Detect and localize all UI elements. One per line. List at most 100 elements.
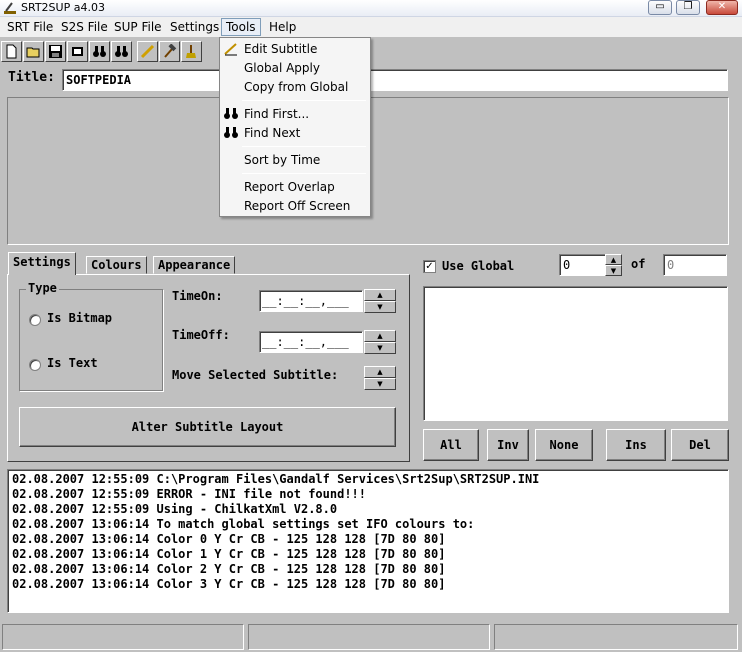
apply-button[interactable] bbox=[159, 41, 180, 62]
spin-down-icon[interactable]: ▼ bbox=[364, 342, 396, 354]
new-file-icon bbox=[6, 44, 17, 59]
spin-down-icon[interactable]: ▼ bbox=[605, 265, 622, 276]
is-bitmap-label: Is Bitmap bbox=[47, 311, 113, 325]
menu-item-label: Report Overlap bbox=[244, 180, 335, 194]
pencil-icon bbox=[140, 44, 155, 59]
menu-s2s-file[interactable]: S2S File bbox=[57, 18, 112, 36]
time-on-spinner[interactable]: ▲ ▼ bbox=[364, 289, 396, 313]
edit-button[interactable] bbox=[137, 41, 158, 62]
menu-item-report-overlap[interactable]: Report Overlap bbox=[220, 178, 370, 196]
select-all-button[interactable]: All bbox=[423, 429, 479, 461]
binoculars-icon bbox=[93, 46, 106, 57]
app-icon bbox=[4, 2, 16, 14]
open-folder-icon bbox=[26, 47, 40, 58]
minimize-button[interactable]: ▭ bbox=[648, 0, 672, 15]
menu-srt-file[interactable]: SRT File bbox=[3, 18, 57, 36]
find-next-button[interactable] bbox=[111, 41, 132, 62]
menu-bar: SRT File S2S File SUP File Settings Tool… bbox=[0, 17, 742, 37]
close-button[interactable]: ✕ bbox=[706, 0, 738, 15]
status-panel-2 bbox=[248, 624, 490, 650]
log-line: 02.08.2007 12:55:09 C:\Program Files\Gan… bbox=[12, 472, 540, 486]
menu-separator bbox=[242, 173, 366, 174]
menu-item-label: Find First... bbox=[244, 107, 310, 121]
spin-up-icon[interactable]: ▲ bbox=[605, 254, 622, 265]
status-bar bbox=[0, 622, 742, 652]
time-off-label: TimeOff: bbox=[172, 328, 230, 342]
is-text-radio[interactable] bbox=[29, 359, 41, 371]
invert-selection-button[interactable]: Inv bbox=[487, 429, 529, 461]
clean-button[interactable] bbox=[181, 41, 202, 62]
menu-item-report-off-screen[interactable]: Report Off Screen bbox=[220, 197, 370, 215]
spin-up-icon[interactable]: ▲ bbox=[364, 289, 396, 301]
time-off-spinner[interactable]: ▲ ▼ bbox=[364, 330, 396, 354]
log-line: 02.08.2007 13:06:14 To match global sett… bbox=[12, 517, 475, 531]
pencil-icon bbox=[224, 43, 237, 56]
menu-sup-file[interactable]: SUP File bbox=[110, 18, 166, 36]
open-button[interactable] bbox=[23, 41, 44, 62]
use-global-label: Use Global bbox=[442, 259, 515, 273]
save-button[interactable] bbox=[45, 41, 66, 62]
binoculars-icon bbox=[224, 127, 238, 138]
log-line: 02.08.2007 13:06:14 Color 0 Y Cr CB - 12… bbox=[12, 532, 446, 546]
is-text-label: Is Text bbox=[47, 356, 98, 370]
spin-up-icon[interactable]: ▲ bbox=[364, 330, 396, 342]
global-total-input: 0 bbox=[663, 254, 727, 276]
menu-item-global-apply[interactable]: Global Apply bbox=[220, 59, 370, 77]
log-line: 02.08.2007 12:55:09 ERROR - INI file not… bbox=[12, 487, 367, 501]
title-input[interactable]: SOFTPEDIA bbox=[62, 69, 728, 91]
is-bitmap-radio[interactable] bbox=[29, 314, 41, 326]
menu-item-edit-subtitle[interactable]: Edit Subtitle bbox=[220, 40, 370, 58]
global-index-input[interactable]: 0 bbox=[559, 254, 609, 276]
binoculars-icon bbox=[115, 46, 128, 57]
time-on-input[interactable]: __:__:__,___ bbox=[259, 290, 363, 312]
menu-item-find-first[interactable]: Find First... bbox=[220, 105, 370, 123]
move-subtitle-spinner[interactable]: ▲ ▼ bbox=[364, 366, 396, 390]
log-line: 02.08.2007 13:06:14 Color 2 Y Cr CB - 12… bbox=[12, 562, 446, 576]
menu-item-sort-by-time[interactable]: Sort by Time bbox=[220, 151, 370, 169]
time-off-input[interactable]: __:__:__,___ bbox=[259, 331, 363, 353]
log-line: 02.08.2007 13:06:14 Color 1 Y Cr CB - 12… bbox=[12, 547, 446, 561]
use-global-checkbox[interactable]: ✓ bbox=[423, 260, 436, 273]
tab-settings[interactable]: Settings bbox=[8, 252, 76, 275]
select-none-button[interactable]: None bbox=[535, 429, 593, 461]
move-subtitle-label: Move Selected Subtitle: bbox=[172, 368, 339, 382]
menu-settings[interactable]: Settings bbox=[166, 18, 223, 36]
subtitle-listbox[interactable] bbox=[423, 286, 728, 421]
toolbar bbox=[0, 37, 742, 65]
menu-item-copy-from-global[interactable]: Copy from Global bbox=[220, 78, 370, 96]
menu-item-find-next[interactable]: Find Next bbox=[220, 124, 370, 142]
menu-item-label: Sort by Time bbox=[244, 153, 321, 167]
tab-appearance[interactable]: Appearance bbox=[153, 256, 236, 274]
new-button[interactable] bbox=[1, 41, 22, 62]
time-on-label: TimeOn: bbox=[172, 289, 223, 303]
log-output[interactable]: 02.08.2007 12:55:09 C:\Program Files\Gan… bbox=[7, 469, 729, 613]
broom-icon bbox=[186, 45, 196, 58]
menu-item-label: Report Off Screen bbox=[244, 199, 351, 213]
insert-button[interactable]: Ins bbox=[606, 429, 666, 461]
film-button[interactable] bbox=[67, 41, 88, 62]
delete-button[interactable]: Del bbox=[671, 429, 729, 461]
type-group-caption: Type bbox=[26, 281, 59, 295]
window-title: SRT2SUP a4.03 bbox=[21, 1, 105, 14]
find-button[interactable] bbox=[89, 41, 110, 62]
menu-item-label: Copy from Global bbox=[244, 80, 349, 94]
menu-tools[interactable]: Tools bbox=[221, 18, 261, 36]
spin-down-icon[interactable]: ▼ bbox=[364, 378, 396, 390]
maximize-button[interactable]: ❐ bbox=[676, 0, 700, 15]
log-line: 02.08.2007 12:55:09 Using - ChilkatXml V… bbox=[12, 502, 338, 516]
menu-item-label: Global Apply bbox=[244, 61, 320, 75]
hammer-icon bbox=[164, 44, 177, 58]
menu-item-label: Find Next bbox=[244, 126, 301, 140]
global-index-spinner[interactable]: ▲ ▼ bbox=[605, 254, 622, 278]
tools-dropdown-menu: Edit Subtitle Global Apply Copy from Glo… bbox=[219, 37, 371, 217]
spin-down-icon[interactable]: ▼ bbox=[364, 301, 396, 313]
status-panel-3 bbox=[494, 624, 738, 650]
tab-colours[interactable]: Colours bbox=[86, 256, 147, 274]
of-label: of bbox=[631, 257, 646, 271]
menu-help[interactable]: Help bbox=[265, 18, 300, 36]
spin-up-icon[interactable]: ▲ bbox=[364, 366, 396, 378]
binoculars-icon bbox=[224, 108, 238, 119]
save-disk-icon bbox=[49, 45, 62, 58]
alter-subtitle-layout-button[interactable]: Alter Subtitle Layout bbox=[19, 407, 396, 447]
type-groupbox bbox=[19, 289, 163, 391]
